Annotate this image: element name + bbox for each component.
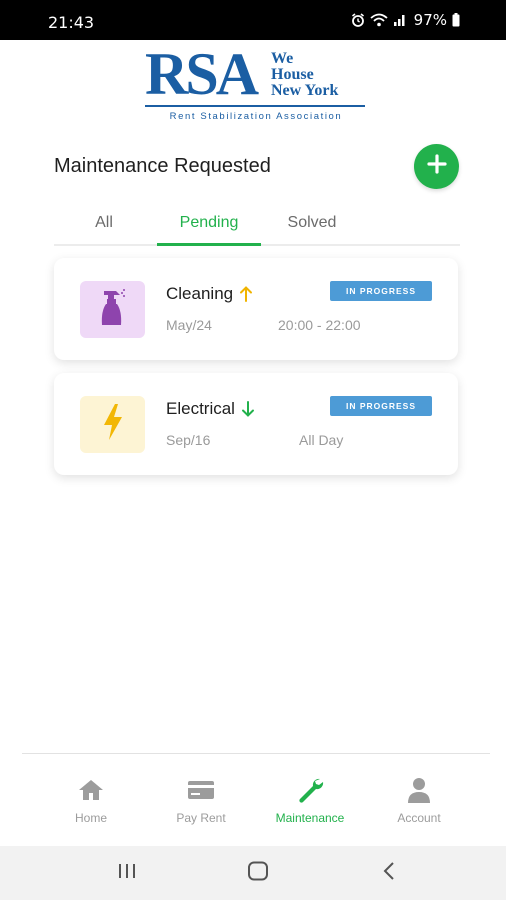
battery-percent: 97%	[413, 11, 447, 29]
logo-mark: RSA	[145, 41, 259, 107]
recents-icon	[116, 862, 138, 885]
request-title: Cleaning	[166, 284, 253, 304]
rsa-logo: RSA We House New York Rent Stabilization…	[145, 44, 367, 124]
request-title: Electrical	[166, 399, 255, 419]
logo-divider	[145, 105, 365, 107]
tab-all[interactable]: All	[54, 214, 154, 246]
nav-label: Pay Rent	[176, 811, 226, 825]
category-icon-box	[80, 281, 145, 338]
credit-card-icon	[146, 775, 256, 805]
home-circle-icon	[246, 861, 270, 886]
arrow-down-icon	[241, 400, 255, 418]
status-icons: 97%	[351, 11, 460, 29]
arrow-up-icon	[239, 285, 253, 303]
status-bar: 21:43 97%	[0, 0, 506, 40]
request-time: 20:00 - 22:00	[278, 317, 361, 333]
logo-words: We House New York	[271, 51, 338, 99]
nav-home[interactable]: Home	[36, 775, 146, 825]
status-badge: IN PROGRESS	[330, 396, 432, 416]
wifi-icon	[370, 13, 388, 27]
request-title-text: Electrical	[166, 399, 235, 418]
nav-maintenance[interactable]: Maintenance	[255, 775, 365, 825]
add-request-button[interactable]	[414, 144, 459, 189]
request-card-cleaning[interactable]: Cleaning IN PROGRESS May/24 20:00 - 22:0…	[54, 258, 458, 360]
lightning-bolt-icon	[100, 402, 126, 447]
alarm-icon	[351, 13, 365, 27]
status-time: 21:43	[48, 13, 95, 32]
request-date: Sep/16	[166, 432, 211, 448]
status-badge: IN PROGRESS	[330, 281, 432, 301]
recents-button[interactable]	[112, 861, 142, 885]
tab-pending[interactable]: Pending	[157, 214, 261, 246]
request-time: All Day	[299, 432, 344, 448]
logo-word: New York	[271, 82, 339, 99]
category-icon-box	[80, 396, 145, 453]
signal-icon	[393, 13, 407, 27]
logo-word: House	[271, 66, 314, 83]
filter-tabs: All Pending Solved	[54, 206, 460, 246]
home-icon	[36, 775, 146, 805]
nav-account[interactable]: Account	[364, 775, 474, 825]
back-button[interactable]	[374, 861, 404, 885]
logo-word: We	[271, 50, 294, 67]
system-nav-bar	[0, 846, 506, 900]
nav-label: Account	[397, 811, 441, 825]
home-system-button[interactable]	[243, 861, 273, 885]
spray-bottle-icon	[100, 287, 126, 332]
back-chevron-icon	[382, 861, 396, 886]
bottom-nav: Home Pay Rent Maintenance Account	[0, 775, 506, 835]
page-title: Maintenance Requested	[54, 155, 271, 177]
person-icon	[364, 775, 474, 805]
bottom-nav-divider	[22, 753, 490, 754]
nav-label: Home	[74, 811, 107, 825]
request-card-electrical[interactable]: Electrical IN PROGRESS Sep/16 All Day	[54, 373, 458, 475]
nav-pay-rent[interactable]: Pay Rent	[146, 775, 256, 825]
plus-icon	[426, 153, 448, 180]
tab-solved[interactable]: Solved	[262, 214, 362, 246]
nav-label: Maintenance	[275, 811, 345, 825]
battery-icon	[452, 13, 460, 27]
wrench-icon	[255, 775, 365, 805]
logo-subtitle: Rent Stabilization Association	[169, 111, 343, 122]
request-date: May/24	[166, 317, 212, 333]
request-title-text: Cleaning	[166, 284, 234, 303]
